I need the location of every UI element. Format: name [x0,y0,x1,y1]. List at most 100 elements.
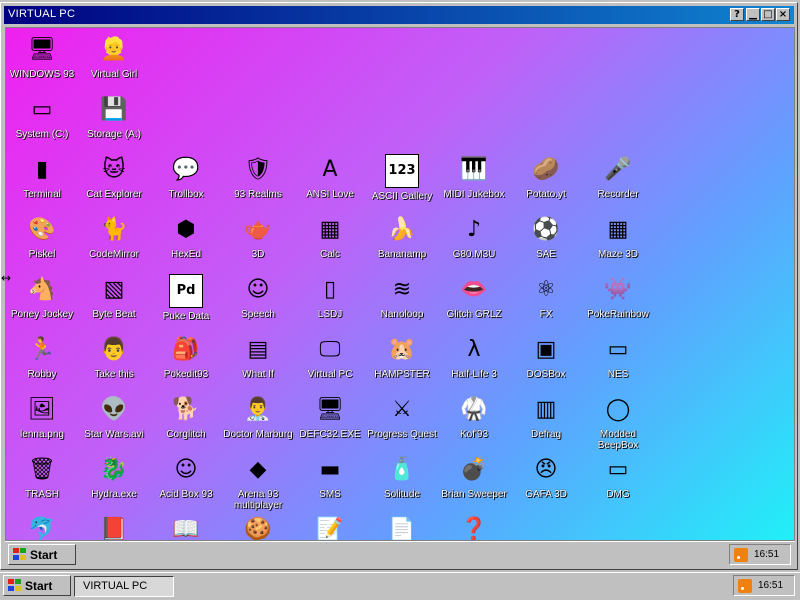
desktop-icon[interactable]: 🏃 Robby [6,334,80,380]
desktop-icon[interactable]: 👨‍⚕ Doctor Marburg [220,394,296,440]
desktop-icon[interactable]: 🍌 Bananamp [364,214,440,260]
desktop-icon[interactable]: 123 ASCII Gallery [364,154,440,202]
cookie-icon: 🍪 [244,517,272,541]
desktop-icon[interactable]: 👱 Virtual Girl [76,34,152,80]
desktop-icon[interactable]: ▮ Terminal [6,154,80,200]
desktop-icon[interactable]: 🖼 lenna.png [6,394,80,440]
desktop-icon[interactable]: ▯ LSDJ [292,274,368,320]
desktop-icon[interactable]: 🐬 [6,514,80,540]
desktop-icon[interactable]: ☺ Speech [220,274,296,320]
desktop-icon-label: Virtual Girl [90,69,138,80]
desktop-icon[interactable]: ❓ [436,514,512,540]
rss-icon[interactable] [738,578,752,593]
desktop-icon[interactable]: 📄 [364,514,440,540]
desktop-icon[interactable]: ▭ DMG [580,454,656,500]
desktop-icon[interactable]: 🥔 Potato.yt [508,154,584,200]
desktop-icon[interactable]: 🐴 Poney Jockey [6,274,80,320]
desktop-icon[interactable]: 👾 PokeRainbow [580,274,656,320]
computer-icon: 🖥 [28,37,56,62]
desktop-icon[interactable]: 🐕 Corglitch [148,394,224,440]
desktop-icon[interactable]: 💾 Storage (A:) [76,94,152,140]
desktop-icon[interactable]: ▤ What If [220,334,296,380]
desktop-icon[interactable]: ♪ G80.M3U [436,214,512,260]
desktop-icon-label: Take this [94,369,134,380]
desktop-icon[interactable]: 🖵 Virtual PC [292,334,368,380]
pony-icon: 🐴 [28,277,56,302]
desktop-icon[interactable]: ▭ NES [580,334,656,380]
desktop-icon[interactable]: 🖥 DEFC32.EXE [292,394,368,440]
desktop-icon[interactable]: ▥ Defrag [508,394,584,440]
outer-start-button[interactable]: Start [3,575,71,596]
desktop-icon[interactable]: 💬 Trollbox [148,154,224,200]
waves-icon: ≋ [392,277,412,302]
desktop-icon[interactable]: 😠 GAFA 3D [508,454,584,500]
desktop-icon[interactable]: 🧴 Solitude [364,454,440,500]
desktop-icon[interactable]: Pd Puke Data [148,274,224,322]
yoda-icon: 👽 [100,397,128,422]
desktop-icon[interactable]: 🛡 93 Realms [220,154,296,200]
window-titlebar[interactable]: VIRTUAL PC ? ▁ □ × [4,6,794,24]
desktop-icon[interactable]: 🐈 CodeMirror [76,214,152,260]
taskbar-item-virtual-pc[interactable]: VIRTUAL PC [74,576,174,597]
desktop-icon[interactable]: 🍪 [220,514,296,541]
desktop-icon[interactable]: 👽 Star Wars.avi [76,394,152,440]
desktop-icon[interactable]: ⚔ Progress Quest [364,394,440,440]
rss-icon[interactable] [734,547,748,562]
desktop-icon[interactable]: 🫖 3D [220,214,296,260]
desktop-area[interactable]: 🖥 WINDOWS 93 👱 Virtual Girl ▭ System (C:) 💾 Sto… [5,27,795,541]
desktop-icon-label: ANSI Love [306,189,354,200]
corgi-icon: 🐕 [172,397,200,422]
help-button[interactable]: ? [730,8,744,21]
desktop-icon[interactable]: A ANSI Love [292,154,368,200]
maximize-button[interactable]: □ [761,8,775,21]
desktop-icon[interactable]: 📕 [76,514,152,540]
desktop-icon[interactable]: ☺ Acid Box 93 [148,454,224,500]
close-button[interactable]: × [776,8,790,21]
desktop-icon[interactable]: ▣ DOSBox [508,334,584,380]
desktop-icon[interactable]: 📖 [148,514,224,540]
beepbox-ring-icon: ◯ [605,397,631,422]
desktop-icon-label: Byte Beat [92,309,136,320]
desktop-icon[interactable]: 🐱 Cat Explorer [76,154,152,200]
desktop-icon[interactable]: 🎨 Piskel [6,214,80,260]
smiley-icon: ☺ [174,457,198,482]
desktop-icon[interactable]: 🐹 HAMPSTER [364,334,440,380]
desktop-icon-label: Nanoloop [380,309,424,320]
desktop-icon[interactable]: ▭ System (C:) [6,94,80,140]
desktop-icon[interactable]: ⬢ HexEd [148,214,224,260]
palette-icon: 🎨 [28,217,56,242]
doctor-icon: 👨‍⚕ [244,397,272,422]
desktop-icon[interactable]: 💣 Brian Sweeper [436,454,512,500]
desktop-icon[interactable]: λ Half-Life 3 [436,334,512,380]
desktop-icon[interactable]: ▬ SMS [292,454,368,500]
desktop-icon[interactable]: ⚽ SAE [508,214,584,260]
desktop-icon[interactable]: 🖥 WINDOWS 93 [6,34,80,80]
bottle-icon: 🧴 [388,457,416,482]
desktop-icon[interactable]: 👄 Glitch GRLZ [436,274,512,320]
desktop-icon[interactable]: ▦ Calc [292,214,368,260]
desktop-icon[interactable]: 👨 Take this [76,334,152,380]
minimize-button[interactable]: ▁ [746,8,760,21]
desktop-icon-label: Modded BeepBox [597,429,639,451]
desktop-icon[interactable]: ⚛ FX [508,274,584,320]
desktop-icon[interactable]: 🎒 Pokedit93 [148,334,224,380]
desktop-icon[interactable]: ◯ Modded BeepBox [580,394,656,451]
desktop-icon[interactable]: 🗑 TRASH [6,454,80,500]
stick-figure-icon: 🏃 [28,337,56,362]
desktop-icon[interactable]: 🐉 Hydra.exe [76,454,152,500]
desktop-icon-label: HexEd [170,249,201,260]
desktop-icon[interactable]: 🎤 Recorder [580,154,656,200]
maze-icon: ▦ [607,217,629,242]
desktop-icon[interactable]: ≋ Nanoloop [364,274,440,320]
desktop-icon[interactable]: 🎹 MIDI Jukebox [436,154,512,200]
desktop-icon[interactable]: 🥋 Kof'93 [436,394,512,440]
desktop-icon[interactable]: ▦ Maze 3D [580,214,656,260]
desktop-icon-label: Star Wars.avi [84,429,144,440]
nes-console-icon: ▭ [607,337,629,362]
desktop-icon[interactable]: ▧ Byte Beat [76,274,152,320]
inner-start-button[interactable]: Start [8,544,76,565]
hard-drive-icon: ▭ [31,97,53,122]
desktop-icon[interactable]: 📝 [292,514,368,540]
desktop-icon[interactable]: ◆ Arena 93 multiplayer [220,454,296,511]
potato-icon: 🥔 [532,157,560,182]
